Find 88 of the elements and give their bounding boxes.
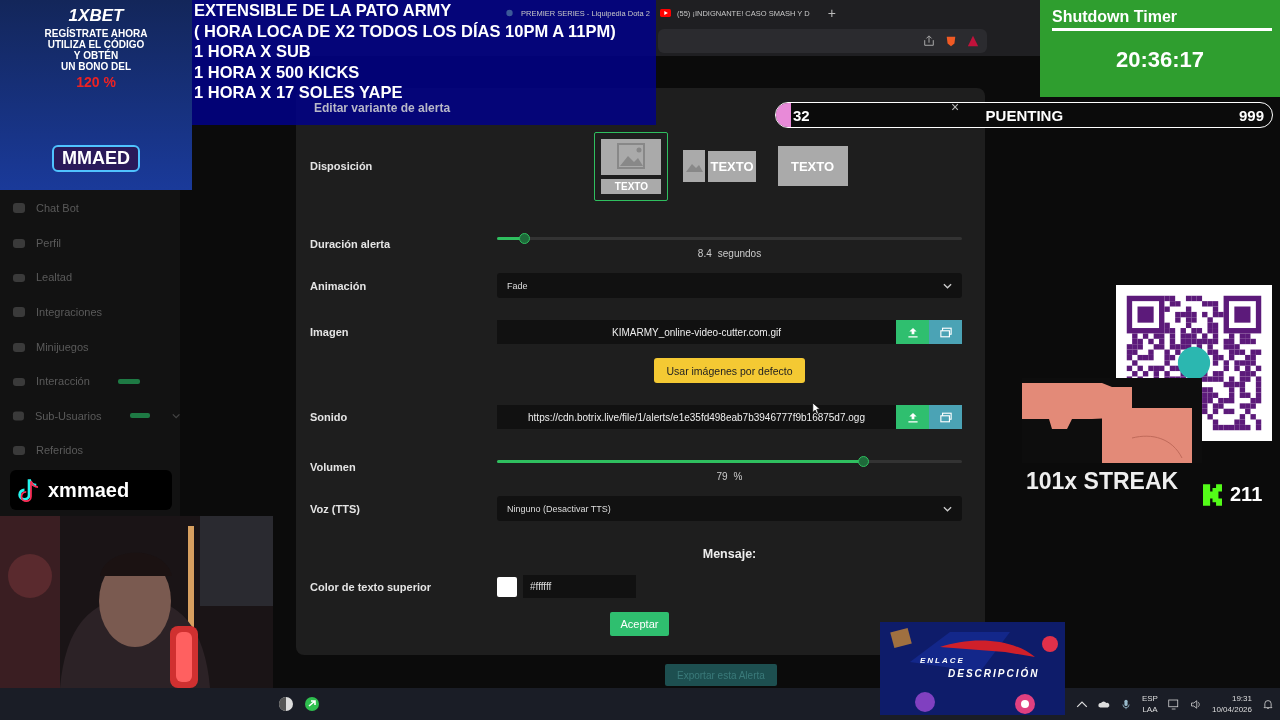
sidebar-item[interactable]: Integraciones bbox=[0, 294, 180, 330]
unit-label: segundos bbox=[717, 248, 762, 259]
play-icon bbox=[660, 9, 671, 17]
color-swatch[interactable] bbox=[497, 576, 517, 597]
slider-thumb[interactable] bbox=[518, 232, 530, 244]
speaker-icon[interactable] bbox=[1189, 698, 1202, 710]
unit-label: % bbox=[733, 471, 743, 482]
image-icon bbox=[601, 138, 662, 175]
field-label: Duración alerta bbox=[310, 237, 392, 250]
bell-icon[interactable] bbox=[1262, 698, 1274, 710]
promo-code: MMAED bbox=[52, 145, 140, 172]
field-label: Volumen bbox=[310, 460, 357, 473]
banner-line: ( HORA LOCA DE X2 TODOS LOS DÍAS 10PM A 11PM) bbox=[193, 20, 616, 41]
menu-item-icon bbox=[12, 201, 26, 216]
banner-line: EXTENSIBLE DE LA PATO ARMY bbox=[193, 0, 452, 21]
sidebar-item[interactable]: Sub-Usuarios bbox=[0, 398, 180, 434]
slider[interactable] bbox=[497, 455, 962, 467]
dropdown[interactable]: Ninguno (Desactivar TTS) bbox=[497, 496, 962, 521]
sidebar-item[interactable]: Perfil bbox=[0, 225, 180, 261]
sidebar-item[interactable]: Interacción bbox=[0, 363, 180, 399]
field-label: Disposición bbox=[310, 160, 374, 172]
sidebar-item[interactable]: Chat Bot bbox=[0, 191, 180, 226]
images-icon bbox=[939, 326, 952, 338]
field-label: Color de texto superior bbox=[310, 580, 433, 593]
banner-line: 1 HORA X 17 SOLES YAPE bbox=[193, 82, 403, 103]
username: xmmaed bbox=[48, 478, 130, 502]
brand-logo: 1XBET bbox=[68, 6, 124, 26]
field-label: Sonido bbox=[310, 411, 349, 423]
slider-value: 79 bbox=[716, 471, 728, 482]
cloud-icon[interactable] bbox=[1097, 698, 1110, 710]
circle-icon[interactable] bbox=[278, 696, 294, 712]
ad-text: UN BONO DEL bbox=[61, 61, 131, 72]
timer-value: 20:36:17 bbox=[1114, 47, 1206, 73]
field-label: Imagen bbox=[310, 326, 350, 338]
chevron-icon bbox=[943, 282, 952, 289]
images-icon bbox=[939, 411, 952, 423]
timer-title: Shutdown Timer bbox=[1052, 8, 1272, 31]
close-icon[interactable]: × bbox=[951, 99, 960, 115]
banner-line: 1 HORA X 500 KICKS bbox=[193, 61, 360, 82]
cursor-icon bbox=[812, 402, 820, 415]
sidebar-item[interactable]: Minijuegos bbox=[0, 329, 180, 364]
language-indicator[interactable]: ESP LAA bbox=[1141, 693, 1158, 715]
field-label: Voz (TTS) bbox=[310, 502, 361, 515]
goal-name: PUENTING bbox=[985, 106, 1064, 124]
slider-value: 8.4 bbox=[697, 248, 712, 259]
chevron-icon bbox=[943, 505, 952, 512]
shield-icon[interactable] bbox=[945, 35, 957, 47]
dropdown[interactable]: Fade bbox=[497, 273, 962, 298]
section-heading: Mensaje: bbox=[702, 547, 757, 561]
accept-button[interactable]: Aceptar bbox=[609, 612, 670, 636]
follower-count: 211 bbox=[1230, 483, 1263, 506]
microphone-icon[interactable] bbox=[1119, 698, 1132, 710]
image-icon bbox=[683, 150, 706, 182]
music-note-icon bbox=[16, 477, 40, 503]
ad-text: Y OBTÉN bbox=[73, 50, 119, 61]
layout-option[interactable]: TEXTO bbox=[594, 131, 669, 201]
menu-item-icon bbox=[12, 408, 25, 423]
monitor-icon[interactable] bbox=[1167, 698, 1180, 710]
new-badge bbox=[129, 413, 150, 419]
ad-text: REGÍSTRATE AHORA bbox=[44, 28, 148, 39]
share-icon[interactable] bbox=[923, 35, 935, 47]
promo-text: DESCRIPCIÓN bbox=[948, 668, 1040, 679]
upload-icon bbox=[906, 411, 919, 423]
sidebar-item[interactable]: Referidos bbox=[0, 433, 180, 468]
banner-line: 1 HORA X SUB bbox=[193, 41, 311, 62]
goal-target: 999 bbox=[1238, 106, 1264, 124]
file-field[interactable]: KIMARMY_online-video-cutter.com.gif bbox=[497, 320, 896, 344]
modal-title: Editar variante de alerta bbox=[314, 100, 451, 116]
default-images-button[interactable]: Usar imágenes por defecto bbox=[654, 358, 805, 383]
layout-option[interactable]: TEXTO bbox=[676, 143, 763, 189]
new-tab-button[interactable]: + bbox=[823, 5, 840, 21]
ad-text: UTILIZA EL CÓDIGO bbox=[47, 39, 145, 50]
streak-text: 101x STREAK bbox=[1026, 468, 1179, 495]
goal-current: 32 bbox=[793, 106, 810, 124]
menu-item-icon bbox=[12, 305, 26, 320]
color-input[interactable]: #ffffff bbox=[523, 575, 636, 598]
menu-item-icon bbox=[12, 443, 26, 458]
clock[interactable]: 19:31 10/04/2026 bbox=[1211, 693, 1252, 715]
slider-thumb[interactable] bbox=[858, 455, 870, 467]
promo-text: ENLACE bbox=[920, 656, 965, 665]
field-label: Animación bbox=[310, 279, 368, 292]
upload-icon bbox=[906, 326, 919, 338]
new-badge bbox=[117, 378, 140, 384]
slider[interactable] bbox=[497, 232, 962, 244]
bonus-text: 120 % bbox=[76, 74, 116, 90]
logo-icon bbox=[1203, 483, 1222, 506]
file-field[interactable]: https://cdn.botrix.live/file/1/alerts/e1e35fd498eab7b3946777f9b16875d7.ogg bbox=[497, 405, 896, 429]
sidebar-item[interactable]: Lealtad bbox=[0, 260, 180, 295]
